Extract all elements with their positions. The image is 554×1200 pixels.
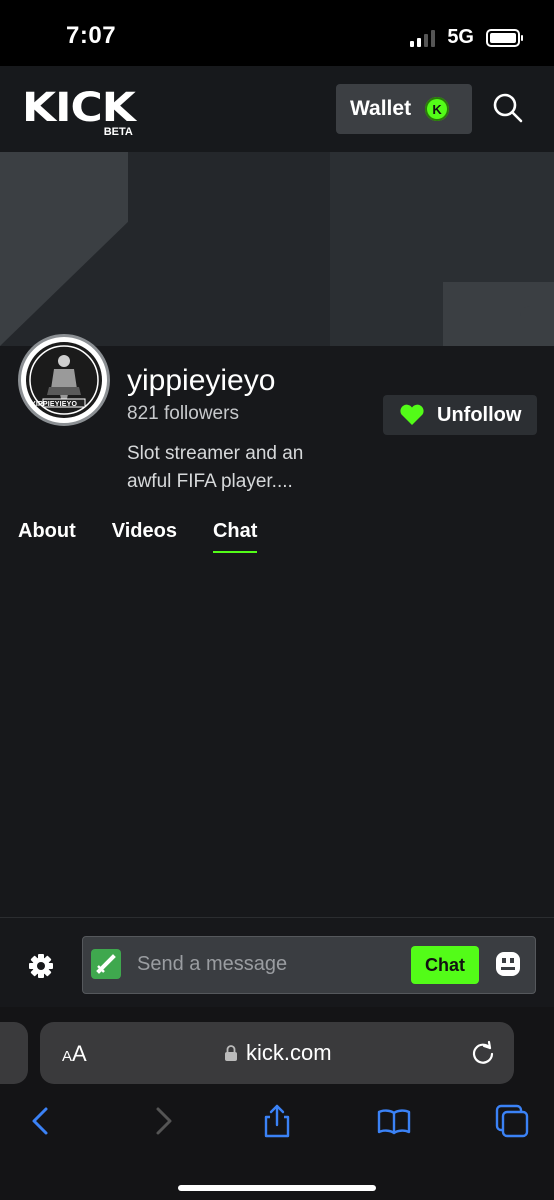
previous-tab-peek[interactable] [0,1022,28,1084]
lock-icon [225,1045,237,1061]
chat-input-bar: Send a message Chat [0,917,554,1007]
share-icon[interactable] [259,1103,295,1139]
logo-wordmark: KICK [22,84,136,131]
kick-coin-icon: K [425,97,450,121]
banner-shape [0,152,128,346]
emote-button[interactable] [493,949,523,979]
bookmarks-icon[interactable] [376,1103,412,1139]
chat-identity-button[interactable] [91,949,121,979]
forward-icon[interactable] [144,1103,180,1139]
text-size-button[interactable]: AA [62,1041,87,1067]
battery-icon [486,28,523,47]
avatar[interactable]: YIPPIEYIEYO [18,334,110,426]
home-indicator [178,1185,376,1191]
reload-icon[interactable] [470,1040,496,1066]
channel-banner [0,152,554,346]
wallet-label: Wallet [350,97,412,120]
address-bar[interactable]: AA kick.com [40,1022,514,1084]
chat-placeholder: Send a message [137,953,288,975]
status-time: 7:07 [66,22,117,49]
status-indicators: 5G [410,26,523,49]
search-button[interactable] [490,90,526,126]
back-icon[interactable] [24,1103,60,1139]
heart-icon [400,404,424,425]
wallet-button[interactable]: Wallet K [336,84,472,134]
tab-chat[interactable]: Chat [212,520,258,553]
browser-toolbar: AA kick.com [0,1007,554,1200]
expand-sidebar-tab[interactable] [520,306,554,346]
channel-profile: YIPPIEYIEYO yippieyieyo 821 followers Sl… [0,334,554,918]
search-icon [493,93,523,123]
kick-logo[interactable]: KICK BETA [22,84,136,138]
unfollow-label: Unfollow [437,403,522,426]
url-text: kick.com [246,1040,332,1065]
signal-icon [410,29,436,47]
network-label: 5G [447,26,474,48]
status-bar: 7:07 5G [0,0,554,66]
emote-icon [496,952,520,976]
tabs-icon[interactable] [494,1103,530,1139]
channel-tabs: About Videos Chat [18,520,293,553]
tab-about[interactable]: About [18,520,76,551]
gear-icon [29,954,53,978]
tab-videos[interactable]: Videos [112,520,177,551]
avatar-caption: YIPPIEYIEYO [31,401,78,408]
chat-settings-button[interactable] [27,952,55,980]
channel-username: yippieyieyo [127,364,276,397]
sword-icon [96,954,116,974]
chat-message-field[interactable]: Send a message Chat [82,936,536,994]
avatar-image [26,342,102,418]
chat-send-button[interactable]: Chat [411,946,479,984]
follower-count: 821 followers [127,403,239,424]
channel-bio: Slot streamer and an awful FIFA player..… [127,443,304,492]
unfollow-button[interactable]: Unfollow [383,395,537,435]
logo-beta-badge: BETA [103,126,133,138]
